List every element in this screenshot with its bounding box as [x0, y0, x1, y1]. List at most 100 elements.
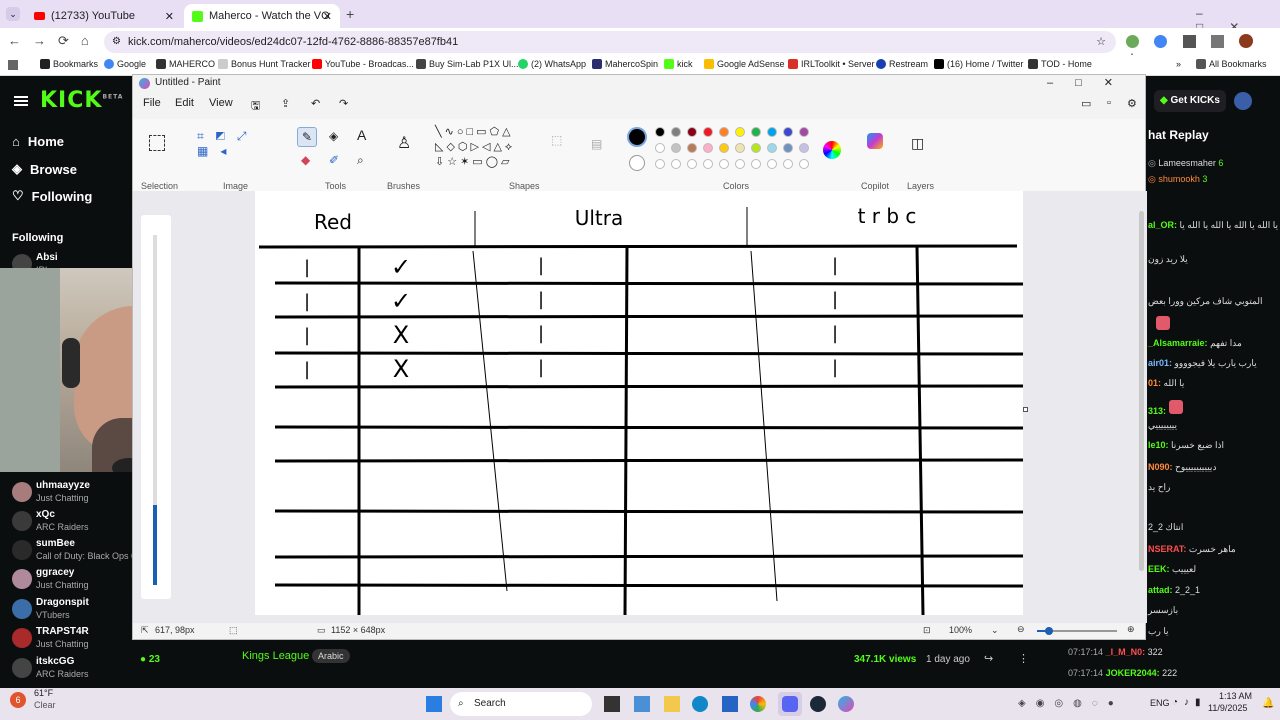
language-indicator[interactable]: ENG [1150, 698, 1170, 708]
category-link[interactable]: Kings League [242, 650, 309, 662]
close-icon[interactable]: ✕ [323, 10, 332, 23]
window-controls[interactable]: –□✕ [1047, 75, 1135, 91]
bookmark-item[interactable]: MAHERCO [156, 59, 215, 69]
chat-user[interactable]: al_OR: [1148, 220, 1177, 230]
custom-color-swatch[interactable] [703, 159, 713, 169]
discord-icon[interactable] [778, 692, 802, 716]
shapes-gallery[interactable]: ╲∿○□▭⬠△ ◺◇⬡▷◁△⟡ ⇩☆✶▭◯▱ [435, 125, 537, 175]
new-tab-icon[interactable]: + [346, 6, 354, 22]
custom-color-swatch[interactable] [671, 159, 681, 169]
color-swatch[interactable] [703, 143, 713, 153]
fill-icon[interactable]: ◈ [329, 129, 338, 143]
tab-kick[interactable]: Maherco - Watch the VOD on K ✕ [184, 4, 340, 28]
clock-date[interactable]: 11/9/2025 [1208, 703, 1247, 713]
file-explorer-icon[interactable] [664, 696, 680, 712]
share-icon[interactable]: ↪ [984, 652, 993, 665]
color-swatch[interactable] [719, 127, 729, 137]
eraser-icon[interactable]: ◆ [301, 153, 310, 167]
extensions-area[interactable]: ⋮ [1126, 34, 1266, 65]
zoom-level[interactable]: 100% [949, 625, 972, 635]
color-swatch[interactable] [703, 127, 713, 137]
side-channel[interactable]: Dragonspit VTubers [12, 597, 136, 625]
bookmark-item[interactable]: Bookmarks [40, 59, 98, 69]
side-channel[interactable]: uhmaayyze Just Chatting [12, 480, 136, 508]
tray-icons[interactable]: ◈◉◎◍◌● [1018, 698, 1144, 710]
chat-user[interactable]: attad: [1148, 585, 1173, 595]
custom-color-swatch[interactable] [655, 159, 665, 169]
menu-icon[interactable] [1211, 35, 1225, 48]
zoom-in-icon[interactable]: ⊕ [1127, 624, 1135, 635]
pencil-icon[interactable]: ✎ [297, 127, 317, 147]
custom-color-swatch[interactable] [751, 159, 761, 169]
nav-home[interactable]: ⌂ Home [12, 134, 64, 149]
zoom-slider[interactable] [1037, 627, 1117, 635]
settings-icon[interactable]: ⚙ [1127, 97, 1137, 110]
store-icon[interactable] [722, 696, 738, 712]
weather-icon[interactable]: 6 [10, 692, 26, 708]
primary-color[interactable] [627, 127, 647, 147]
apps-icon[interactable] [8, 60, 18, 70]
extension-icon[interactable] [1126, 35, 1139, 48]
task-view-icon[interactable] [604, 696, 620, 712]
custom-color-swatch[interactable] [719, 159, 729, 169]
custom-color-swatch[interactable] [799, 159, 809, 169]
extension-icon[interactable] [1154, 35, 1168, 48]
custom-color-swatch[interactable] [687, 159, 697, 169]
chat-user[interactable]: N090: [1148, 462, 1173, 472]
side-channel[interactable]: sumBee Call of Duty: Black Ops 6 [12, 538, 136, 566]
custom-color-swatch[interactable] [735, 159, 745, 169]
brush-size-slider[interactable] [141, 215, 171, 599]
chat-user[interactable]: _Alsamarraie: [1148, 338, 1208, 348]
tab-youtube[interactable]: (12733) YouTube ✕ [26, 4, 182, 28]
steam-icon[interactable] [810, 696, 826, 712]
nav-following[interactable]: ♡ Following [12, 188, 92, 204]
close-icon[interactable]: ✕ [165, 10, 174, 23]
color-palette[interactable] [655, 127, 835, 177]
bookmark-item[interactable]: Restream [876, 59, 928, 69]
bookmark-item[interactable]: Google [104, 59, 146, 69]
chat-user[interactable]: 01: [1148, 378, 1161, 388]
network-volume-battery[interactable]: ◔♪▮ [1172, 697, 1207, 708]
bookmark-item[interactable]: TOD - Home [1028, 59, 1092, 69]
color-picker-icon[interactable]: ✐ [329, 153, 339, 167]
text-icon[interactable]: A [357, 127, 366, 143]
clock-time[interactable]: 1:13 AM [1212, 691, 1252, 701]
fit-icon[interactable]: ⊡ [923, 625, 931, 636]
bookmark-item[interactable]: (2) WhatsApp [518, 59, 586, 69]
chrome-icon[interactable] [750, 696, 766, 712]
tab-search-icon[interactable]: ⌄ [6, 7, 20, 21]
app-icon[interactable] [634, 696, 650, 712]
bookmark-item[interactable]: (16) Home / Twitter [934, 59, 1023, 69]
custom-color-swatch[interactable] [767, 159, 777, 169]
windows-start-icon[interactable] [426, 696, 442, 712]
color-swatch[interactable] [799, 127, 809, 137]
more-bookmarks-icon[interactable]: » [1176, 59, 1181, 69]
notes-icon[interactable]: ▫ [1107, 97, 1111, 109]
side-channel[interactable]: itskcGG ARC Raiders [12, 656, 136, 684]
zoom-slider-thumb[interactable] [1045, 627, 1053, 635]
color-swatch[interactable] [687, 143, 697, 153]
color-swatch[interactable] [735, 143, 745, 153]
outline-icon[interactable]: ⬚ [551, 133, 562, 147]
all-bookmarks[interactable]: All Bookmarks [1196, 59, 1267, 69]
bookmark-star-icon[interactable]: ☆ [1096, 31, 1106, 53]
chat-user[interactable]: air01: [1148, 358, 1172, 368]
copilot-icon[interactable] [867, 133, 883, 149]
color-swatch[interactable] [671, 127, 681, 137]
edge-icon[interactable] [692, 696, 708, 712]
magnifier-icon[interactable]: ⌕ [357, 153, 364, 168]
more-icon[interactable]: ⋮ [1018, 652, 1029, 665]
color-swatch[interactable] [655, 143, 665, 153]
site-info-icon[interactable]: ⚙ [112, 31, 121, 53]
language-tag[interactable]: Arabic [312, 649, 350, 663]
temperature[interactable]: 61°F [34, 688, 53, 698]
avatar[interactable] [1239, 34, 1254, 48]
chat-user[interactable]: JOKER2044: [1106, 668, 1160, 678]
chevron-down-icon[interactable]: ⌄ [991, 625, 999, 636]
color-swatch[interactable] [767, 143, 777, 153]
menu-edit[interactable]: Edit [175, 97, 194, 109]
bookmark-item[interactable]: Google AdSense [704, 59, 785, 69]
avatar[interactable] [1234, 92, 1252, 110]
hamburger-menu-icon[interactable] [14, 96, 28, 106]
side-channel[interactable]: ggracey Just Chatting [12, 567, 136, 595]
